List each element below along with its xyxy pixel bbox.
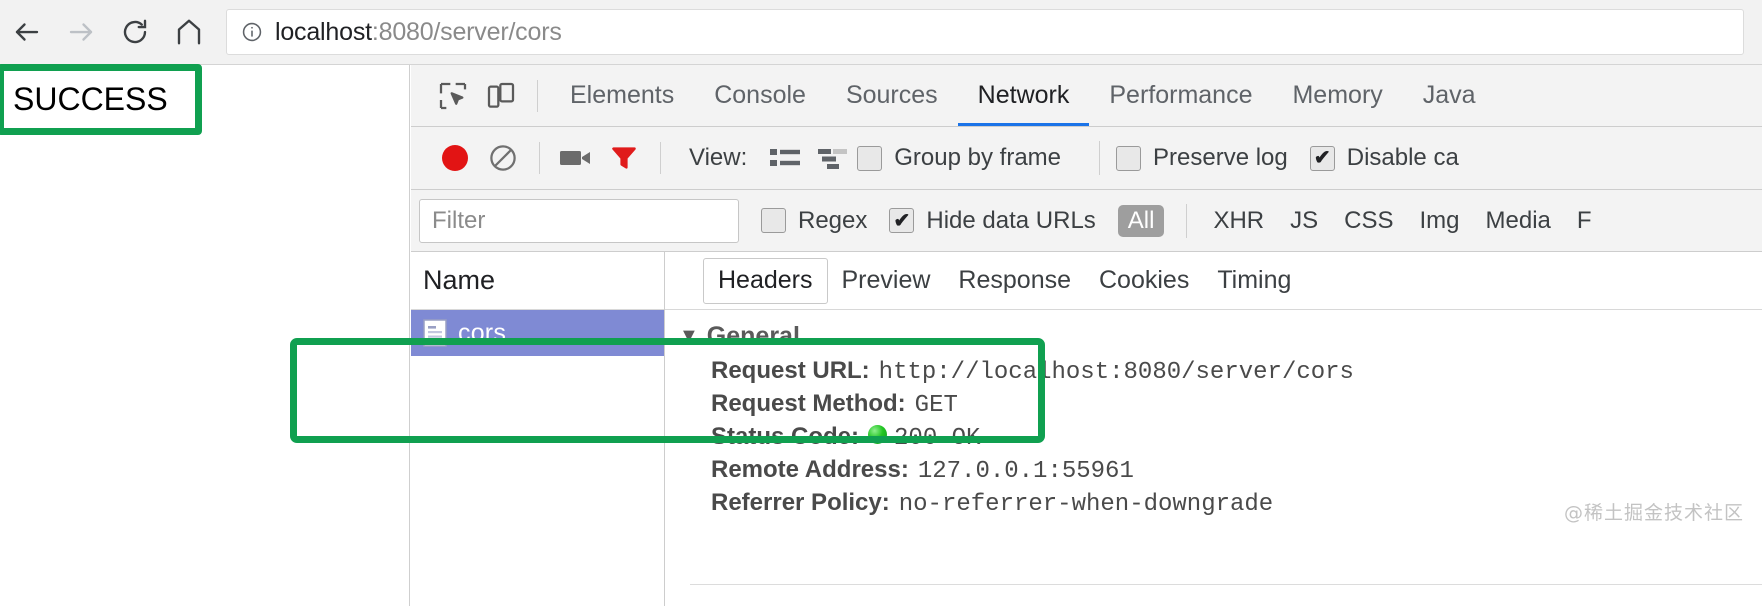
request-row-cors[interactable]: cors (411, 310, 664, 356)
record-stop-icon[interactable] (431, 134, 479, 182)
remote-address-key: Remote Address: (711, 456, 909, 484)
address-bar-url: localhost:8080/server/cors (275, 18, 562, 47)
network-split: Name cors close-icon Headers Preview Res… (411, 252, 1762, 606)
general-section: ▼ General Request URL: http://localhost:… (665, 310, 1762, 522)
disable-cache-checkbox[interactable]: ✔ (1310, 146, 1335, 171)
devtools-panel: Elements Console Sources Network Perform… (411, 65, 1762, 606)
filterbar-divider (1186, 204, 1187, 238)
tab-sources[interactable]: Sources (826, 65, 958, 127)
view-label: View: (689, 144, 747, 172)
caret-down-icon[interactable]: ▼ (679, 325, 699, 348)
request-url-key: Request URL: (711, 357, 870, 385)
row-remote-address: Remote Address: 127.0.0.1:55961 (711, 456, 1762, 489)
browser-toolbar: localhost:8080/server/cors (0, 0, 1762, 65)
document-icon (423, 319, 447, 347)
detail-tab-headers[interactable]: Headers (703, 258, 828, 304)
referrer-policy-key: Referrer Policy: (711, 489, 890, 517)
request-detail-pane: close-icon Headers Preview Response Cook… (665, 252, 1762, 606)
home-icon[interactable] (162, 5, 216, 59)
regex-label: Regex (798, 207, 867, 235)
tab-performance[interactable]: Performance (1089, 65, 1272, 127)
filter-type-css[interactable]: CSS (1334, 205, 1403, 237)
general-section-header[interactable]: ▼ General (679, 322, 1762, 351)
tab-javascript-profiler[interactable]: Java (1403, 65, 1496, 127)
column-header-name: Name (423, 265, 495, 296)
status-ok-dot-icon (868, 425, 887, 444)
group-by-frame-label: Group by frame (894, 144, 1061, 172)
success-annotation-box: SUCCESS (0, 64, 202, 135)
network-toolbar: View: Group by frame Preserve log ✔ Disa… (411, 127, 1762, 190)
row-request-method: Request Method: GET (711, 390, 1762, 423)
filter-type-xhr[interactable]: XHR (1203, 205, 1274, 237)
forward-icon (54, 5, 108, 59)
detail-tab-cookies[interactable]: Cookies (1085, 258, 1203, 304)
toolbar-divider-4 (1099, 141, 1100, 175)
detail-tab-preview[interactable]: Preview (828, 258, 945, 304)
general-section-title: General (707, 322, 800, 351)
record-dot (442, 145, 468, 171)
group-by-frame-checkbox[interactable] (857, 146, 882, 171)
info-circle-icon[interactable] (241, 21, 263, 43)
hide-data-urls-label: Hide data URLs (926, 207, 1095, 235)
row-request-url: Request URL: http://localhost:8080/serve… (711, 357, 1762, 390)
request-list-pane: Name cors (411, 252, 665, 606)
disable-cache-label: Disable ca (1347, 144, 1459, 172)
tab-memory[interactable]: Memory (1272, 65, 1402, 127)
address-bar-host: localhost (275, 18, 372, 46)
request-url-value: http://localhost:8080/server/cors (879, 359, 1354, 386)
checkmark-icon-2: ✔ (893, 211, 910, 231)
screenshot-root: localhost:8080/server/cors SUCCESS Eleme… (0, 0, 1762, 606)
waterfall-view-icon[interactable] (809, 134, 857, 182)
tab-console[interactable]: Console (694, 65, 826, 127)
detail-tabbar: close-icon Headers Preview Response Cook… (665, 252, 1762, 310)
inspect-element-icon[interactable] (429, 72, 477, 120)
tab-elements[interactable]: Elements (550, 65, 694, 127)
back-icon[interactable] (0, 5, 54, 59)
web-page-viewport: SUCCESS (0, 65, 410, 606)
filter-type-all[interactable]: All (1118, 205, 1165, 237)
camera-icon[interactable] (552, 134, 600, 182)
hide-data-urls-checkbox[interactable]: ✔ (889, 208, 914, 233)
request-list-header[interactable]: Name (411, 252, 664, 310)
devtools-tabbar: Elements Console Sources Network Perform… (411, 65, 1762, 127)
address-bar-path: :8080/server/cors (372, 18, 562, 46)
network-filterbar: Regex ✔ Hide data URLs All XHR JS CSS Im… (411, 190, 1762, 252)
regex-checkbox[interactable] (761, 208, 786, 233)
status-code-key: Status Code: (711, 423, 859, 451)
filter-type-js[interactable]: JS (1280, 205, 1328, 237)
reload-icon[interactable] (108, 5, 162, 59)
tab-network[interactable]: Network (958, 65, 1090, 127)
filter-type-img[interactable]: Img (1410, 205, 1470, 237)
detail-tab-response[interactable]: Response (944, 258, 1085, 304)
section-divider (690, 584, 1762, 585)
status-code-value: 200 OK (894, 425, 980, 452)
remote-address-value: 127.0.0.1:55961 (918, 458, 1134, 485)
clear-prohibit-icon[interactable] (479, 134, 527, 182)
list-view-icon[interactable] (761, 134, 809, 182)
toolbar-divider (537, 80, 538, 112)
success-text: SUCCESS (4, 81, 168, 118)
address-bar[interactable]: localhost:8080/server/cors (226, 9, 1744, 55)
request-name: cors (458, 319, 506, 348)
preserve-log-checkbox[interactable] (1116, 146, 1141, 171)
device-toolbar-icon[interactable] (477, 72, 525, 120)
filter-type-media[interactable]: Media (1476, 205, 1561, 237)
funnel-icon[interactable] (600, 134, 648, 182)
referrer-policy-value: no-referrer-when-downgrade (899, 491, 1273, 518)
request-method-key: Request Method: (711, 390, 906, 418)
request-method-value: GET (915, 392, 958, 419)
detail-tab-timing[interactable]: Timing (1203, 258, 1305, 304)
preserve-log-label: Preserve log (1153, 144, 1288, 172)
filter-input[interactable] (419, 199, 739, 243)
filter-type-font[interactable]: F (1567, 205, 1602, 237)
checkmark-icon: ✔ (1314, 148, 1331, 168)
toolbar-divider-3 (660, 142, 661, 174)
toolbar-divider-2 (539, 142, 540, 174)
row-status-code: Status Code: 200 OK (711, 423, 1762, 456)
watermark-text: @稀土掘金技术社区 (1564, 498, 1744, 525)
